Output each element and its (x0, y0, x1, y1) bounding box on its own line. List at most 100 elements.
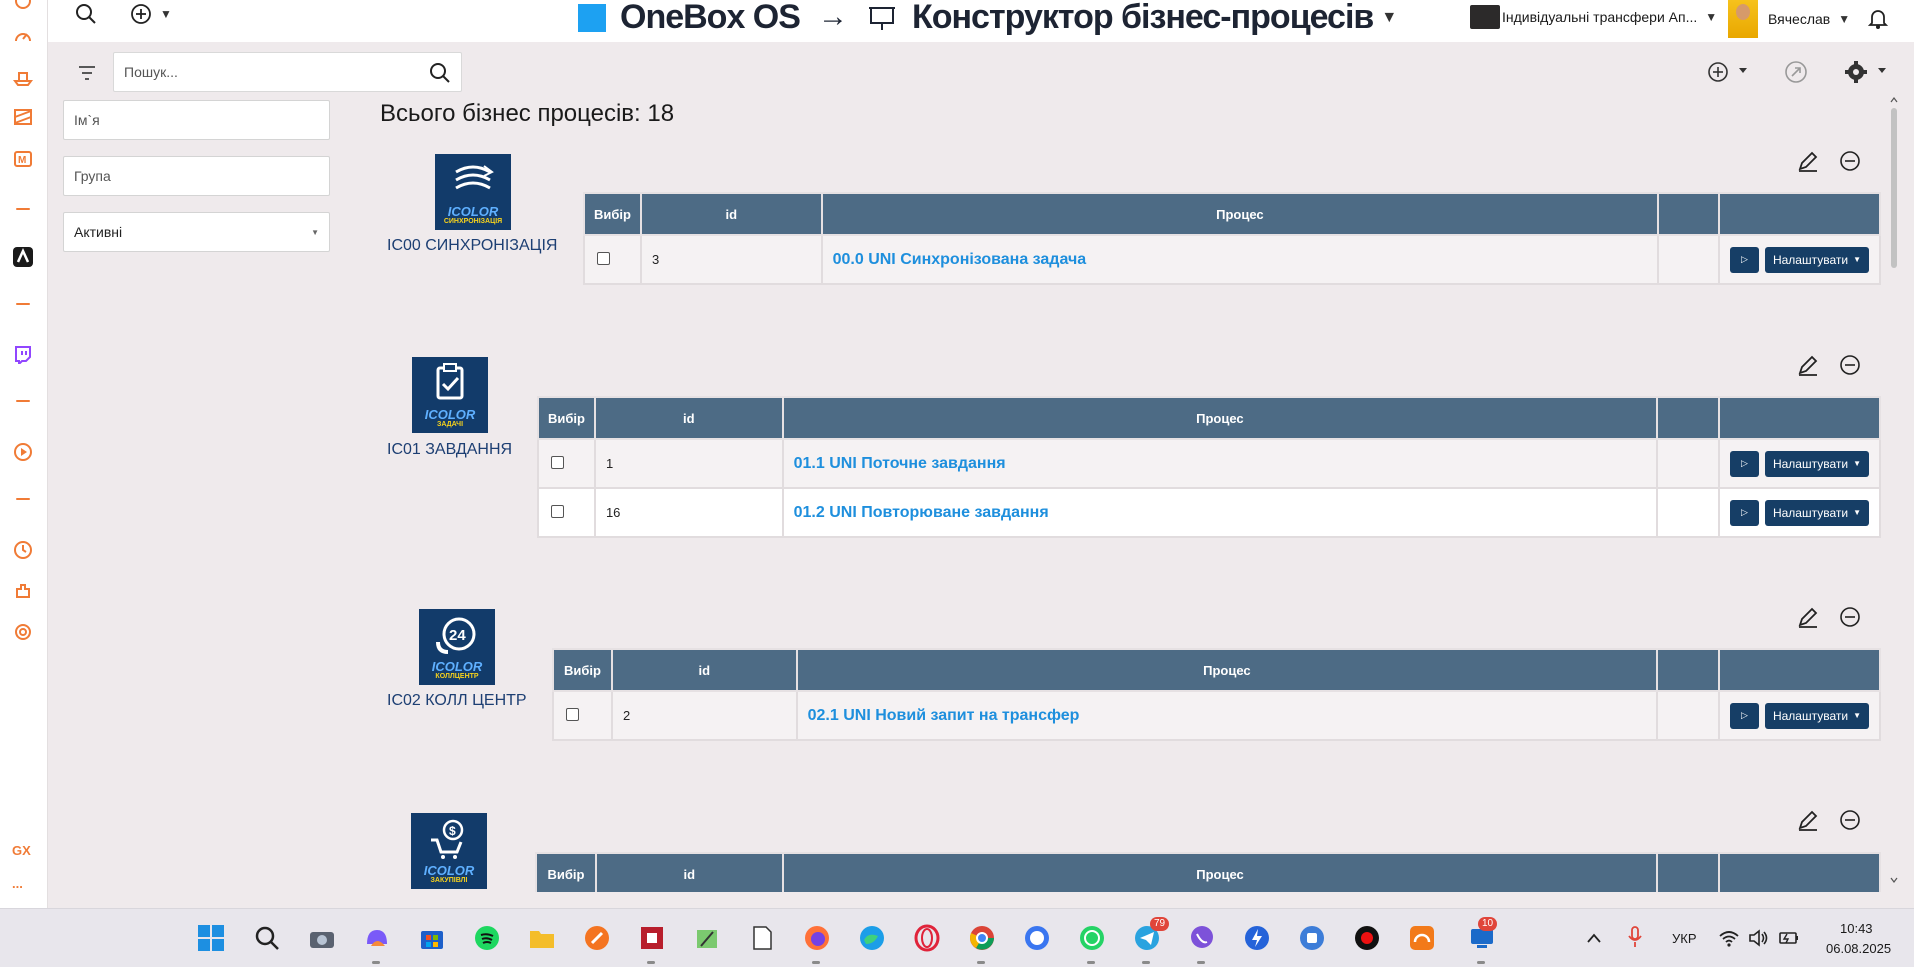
process-link[interactable]: 00.0 UNI Синхронізована задача (833, 251, 1087, 268)
app-red-icon[interactable] (636, 922, 668, 954)
notepad-icon[interactable] (746, 922, 778, 954)
group-name[interactable]: IC02 КОЛЛ ЦЕНТР (387, 692, 527, 710)
page-title[interactable]: Конструктор бізнес-процесів ▼ (868, 0, 1397, 37)
configure-button[interactable]: Налаштувати ▼ (1764, 450, 1869, 477)
scroll-down-icon[interactable] (1890, 876, 1898, 884)
pencil-icon[interactable] (1796, 353, 1820, 377)
microphone-icon[interactable] (1627, 926, 1643, 953)
chrome-icon[interactable] (966, 922, 998, 954)
scroll-thumb[interactable] (1891, 108, 1897, 268)
group-name[interactable]: IC01 ЗАВДАННЯ (387, 441, 512, 459)
column-header-id[interactable]: id (610, 648, 798, 692)
process-link[interactable]: 01.1 UNI Поточне завдання (794, 455, 1006, 472)
player-icon[interactable] (12, 441, 34, 463)
history-icon[interactable] (12, 539, 34, 561)
search-icon[interactable] (74, 2, 98, 26)
scrollbar[interactable] (1888, 96, 1900, 894)
clock-date[interactable]: 06.08.2025 (1826, 941, 1891, 956)
search-icon[interactable] (251, 922, 283, 954)
column-header-process[interactable]: Процес (795, 648, 1659, 692)
bell-icon[interactable] (1868, 8, 1888, 30)
pencil-icon[interactable] (1796, 149, 1820, 173)
home-icon[interactable] (12, 0, 34, 12)
gear-icon[interactable] (1844, 60, 1892, 84)
battery-icon[interactable] (1778, 929, 1800, 952)
run-button[interactable]: ▷ (1729, 450, 1759, 477)
film-icon[interactable] (12, 106, 34, 128)
app-icon[interactable] (12, 246, 34, 268)
run-button[interactable]: ▷ (1729, 702, 1759, 729)
user-menu[interactable]: Вячеслав ▼ (1728, 0, 1850, 38)
mail-icon[interactable]: M (12, 148, 34, 170)
process-link[interactable]: 01.2 UNI Повторюване завдання (794, 504, 1049, 521)
pen-icon[interactable] (581, 922, 613, 954)
pencil-icon[interactable] (1796, 808, 1820, 832)
signal-icon[interactable] (1021, 922, 1053, 954)
bolt-icon[interactable] (1241, 922, 1273, 954)
boat-icon[interactable] (12, 66, 34, 88)
search-icon[interactable] (429, 62, 451, 84)
record-icon[interactable] (1351, 922, 1383, 954)
add-menu-button[interactable]: ▼ (130, 3, 172, 25)
chevron-up-icon[interactable] (1586, 931, 1602, 949)
app-blue-icon[interactable] (1296, 922, 1328, 954)
column-header-id[interactable]: id (593, 396, 784, 440)
remove-icon[interactable] (1838, 808, 1862, 832)
speed-dial-icon[interactable] (12, 26, 34, 48)
scroll-up-icon[interactable] (1890, 96, 1898, 104)
firefox-icon[interactable] (801, 922, 833, 954)
wifi-icon[interactable] (1718, 929, 1740, 952)
remove-icon[interactable] (1838, 353, 1862, 377)
spotify-icon[interactable] (471, 922, 503, 954)
row-checkbox[interactable] (597, 251, 610, 265)
row-checkbox[interactable] (551, 504, 564, 518)
logo-subtitle: КОЛЛЦЕНТР (435, 673, 479, 680)
store-icon[interactable] (416, 922, 448, 954)
configure-button[interactable]: Налаштувати ▼ (1764, 246, 1869, 273)
process-link[interactable]: 02.1 UNI Новий запит на трансфер (808, 707, 1080, 724)
remove-icon[interactable] (1838, 605, 1862, 629)
configure-button[interactable]: Налаштувати ▼ (1764, 499, 1869, 526)
brand-link[interactable]: OneBox OS (578, 0, 801, 37)
camera-icon[interactable] (306, 922, 338, 954)
opera-icon[interactable] (911, 922, 943, 954)
viber-icon[interactable] (1186, 922, 1218, 954)
run-button[interactable]: ▷ (1729, 499, 1759, 526)
name-filter-field[interactable]: Ім`я (63, 100, 330, 140)
export-icon[interactable] (1784, 60, 1808, 84)
column-header-process[interactable]: Процес (781, 852, 1659, 892)
start-icon[interactable] (195, 922, 227, 954)
speedtest-icon[interactable] (1406, 922, 1438, 954)
whatsapp-icon[interactable] (1076, 922, 1108, 954)
settings-icon[interactable] (12, 621, 34, 643)
row-checkbox[interactable] (566, 707, 579, 721)
file-explorer-icon[interactable] (526, 922, 558, 954)
configure-button[interactable]: Налаштувати ▼ (1764, 702, 1869, 729)
pencil-icon[interactable] (1796, 605, 1820, 629)
run-button[interactable]: ▷ (1729, 246, 1759, 273)
column-header-process[interactable]: Процес (781, 396, 1659, 440)
group-name[interactable]: IC00 СИНХРОНІЗАЦІЯ (387, 237, 557, 255)
search-input[interactable] (124, 53, 414, 91)
edge-icon[interactable] (856, 922, 888, 954)
remove-icon[interactable] (1838, 149, 1862, 173)
twitch-icon[interactable] (12, 344, 34, 366)
group-actions (1796, 605, 1862, 629)
telegram-badge: 79 (1150, 917, 1170, 931)
volume-icon[interactable] (1748, 929, 1770, 952)
paint-icon[interactable] (691, 922, 723, 954)
filter-icon[interactable] (76, 64, 98, 82)
row-checkbox[interactable] (551, 455, 564, 469)
status-filter-select[interactable]: Активні ▼ (63, 212, 330, 252)
extensions-icon[interactable] (12, 580, 34, 602)
copilot-icon[interactable] (361, 922, 393, 954)
clock-time[interactable]: 10:43 (1840, 921, 1873, 936)
language-indicator[interactable]: УКР (1672, 931, 1697, 946)
column-header-id[interactable]: id (594, 852, 784, 892)
group-filter-field[interactable]: Група (63, 156, 330, 196)
column-header-id[interactable]: id (639, 192, 823, 236)
add-process-button[interactable] (1707, 60, 1751, 84)
column-header-process[interactable]: Процес (820, 192, 1660, 236)
company-switcher[interactable]: Індивідуальні трансфери Ап... ▼ (1470, 5, 1717, 29)
more-icon[interactable]: ... (12, 876, 23, 891)
